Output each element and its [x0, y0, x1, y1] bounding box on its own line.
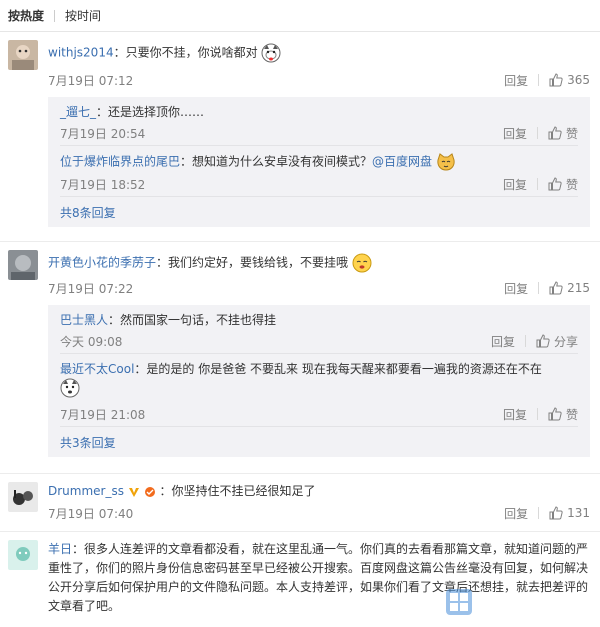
like-button[interactable]: 分享	[536, 333, 578, 350]
comment-content: withjs2014：只要你不挂，你说啥都对	[48, 43, 590, 63]
thumb-up-icon	[549, 73, 563, 87]
thumb-up-icon	[548, 177, 562, 191]
like-label: 赞	[565, 407, 578, 422]
thumb-up-icon	[549, 281, 563, 295]
comment-time: 7月19日 07:40	[48, 506, 134, 521]
thumb-up-icon	[548, 126, 562, 140]
action-divider	[536, 408, 538, 420]
reply-list: _遛七_：还是选择顶你…… 7月19日 20:54 回复 赞 位于爆炸临界点的尾…	[48, 97, 590, 227]
tab-divider	[54, 9, 56, 22]
reply-time: 7月19日 21:08	[60, 407, 146, 422]
comment-username[interactable]: withjs2014	[48, 46, 114, 60]
comment-content: 开黄色小花的季苈子：我们约定好，要钱给钱，不要挂哦	[48, 253, 590, 273]
mention-link[interactable]: @百度网盘	[372, 155, 432, 169]
like-button[interactable]: 赞	[548, 125, 578, 142]
reply-username[interactable]: 最近不太Cool	[60, 362, 134, 376]
like-button[interactable]: 赞	[548, 406, 578, 423]
like-button[interactable]: 赞	[548, 176, 578, 193]
reply-button[interactable]: 回复	[491, 333, 515, 350]
site-watermark-logo	[446, 589, 588, 615]
avatar[interactable]	[8, 40, 38, 70]
like-label: 赞	[565, 126, 578, 141]
reply-button[interactable]: 回复	[504, 505, 528, 522]
thumb-up-icon	[548, 407, 562, 421]
reply-username[interactable]: _遛七_	[60, 105, 96, 119]
action-divider	[538, 74, 540, 86]
member-badge-icon	[144, 486, 155, 497]
reply-item: 位于爆炸临界点的尾巴：想知道为什么安卓没有夜间模式？@百度网盘 7月19日 18…	[60, 146, 578, 197]
action-divider	[538, 282, 540, 294]
reply-username[interactable]: 巴士黑人	[60, 313, 108, 327]
action-divider	[536, 178, 538, 190]
reply-time: 7月19日 18:52	[60, 177, 146, 192]
more-replies-link[interactable]: 共8条回复	[60, 197, 578, 227]
comment-item: 开黄色小花的季苈子：我们约定好，要钱给钱，不要挂哦 7月19日 07:22 回复…	[0, 242, 600, 474]
comment-item: Drummer_ss ：你坚持住不挂已经很知足了 7月19日 07:40 回复 …	[0, 474, 600, 532]
comment-text: ：我们约定好，要钱给钱，不要挂哦	[156, 255, 349, 270]
comment-username[interactable]: 羊日	[48, 542, 72, 556]
like-button[interactable]: 215	[549, 281, 590, 295]
reply-text: ：还是选择顶你……	[96, 105, 205, 119]
reply-list: 巴士黑人：然而国家一句话，不挂也得挂 今天 09:08 回复 分享 最近不太Co…	[48, 305, 590, 457]
comment-content: Drummer_ss ：你坚持住不挂已经很知足了	[48, 482, 590, 500]
thumb-up-icon	[536, 334, 550, 348]
comment-username[interactable]: Drummer_ss	[48, 484, 124, 498]
avatar[interactable]	[8, 482, 38, 512]
like-button[interactable]: 131	[549, 506, 590, 520]
like-count: 215	[567, 281, 590, 295]
reply-button[interactable]: 回复	[503, 125, 527, 142]
like-button[interactable]: 365	[549, 73, 590, 87]
more-replies-link[interactable]: 共3条回复	[60, 427, 578, 457]
action-divider	[536, 127, 538, 139]
avatar[interactable]	[8, 250, 38, 280]
comment-item: withjs2014：只要你不挂，你说啥都对 7月19日 07:12 回复 36…	[0, 32, 600, 242]
comment-username[interactable]: 开黄色小花的季苈子	[48, 256, 156, 270]
like-label: 赞	[565, 177, 578, 192]
husky-emoji-icon	[60, 378, 80, 398]
tab-sort-time[interactable]: 按时间	[65, 7, 109, 24]
action-divider	[524, 335, 526, 347]
pleased-face-emoji-icon	[352, 253, 372, 273]
action-divider	[538, 507, 540, 519]
reply-username[interactable]: 位于爆炸临界点的尾巴	[60, 155, 180, 169]
thumb-up-icon	[549, 506, 563, 520]
reply-item: 最近不太Cool：是的是的 你是爸爸 不要乱来 现在我每天醒来都要看一遍我的资源…	[60, 354, 578, 427]
sort-tabs: 按热度 按时间	[0, 0, 600, 32]
reply-text: ：是的是的 你是爸爸 不要乱来 现在我每天醒来都要看一遍我的资源还在不在	[134, 362, 542, 376]
reply-text: ：想知道为什么安卓没有夜间模式？	[180, 154, 373, 169]
reply-button[interactable]: 回复	[504, 280, 528, 297]
like-count: 365	[567, 73, 590, 87]
comment-time: 7月19日 07:12	[48, 73, 134, 88]
reply-button[interactable]: 回复	[503, 406, 527, 423]
reply-button[interactable]: 回复	[503, 176, 527, 193]
avatar[interactable]	[8, 540, 38, 570]
like-label: 分享	[553, 334, 578, 349]
reply-time: 7月19日 20:54	[60, 126, 146, 141]
cat-emoji-icon	[436, 152, 456, 172]
reply-item: _遛七_：还是选择顶你…… 7月19日 20:54 回复 赞	[60, 97, 578, 146]
tab-sort-hot[interactable]: 按热度	[8, 7, 52, 24]
reply-text: ：然而国家一句话，不挂也得挂	[108, 313, 277, 327]
reply-item: 巴士黑人：然而国家一句话，不挂也得挂 今天 09:08 回复 分享	[60, 305, 578, 354]
vip-badge-icon	[128, 487, 139, 497]
comment-text: ：你坚持住不挂已经很知足了	[159, 484, 316, 498]
husky-emoji-icon	[261, 43, 281, 63]
reply-button[interactable]: 回复	[504, 72, 528, 89]
comment-time: 7月19日 07:22	[48, 281, 134, 296]
reply-time: 今天 09:08	[60, 334, 123, 349]
like-count: 131	[567, 506, 590, 520]
comment-text: ：只要你不挂，你说啥都对	[113, 45, 258, 60]
